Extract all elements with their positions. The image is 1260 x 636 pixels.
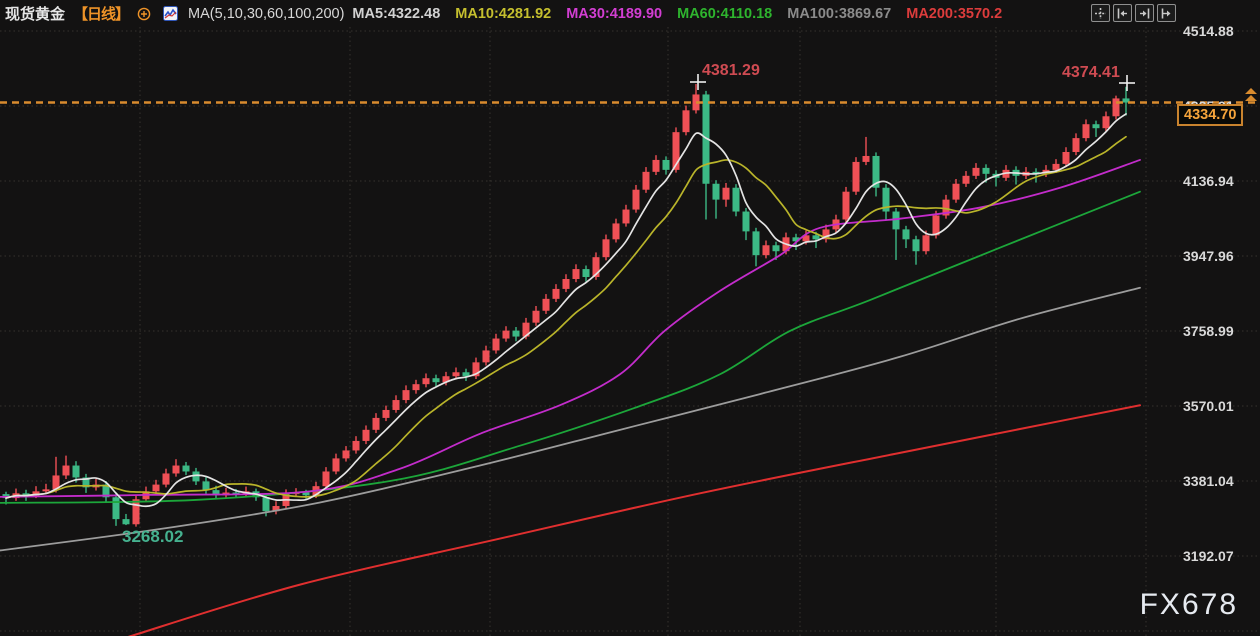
ma-values-row: MA5:4322.48 MA10:4281.92 MA30:4189.90 MA60:…: [352, 6, 1002, 22]
y-axis-label: 4136.94: [1183, 173, 1234, 189]
chart-header: 现货黄金 【日线】 MA(5,10,30,60,100,200) MA5:432…: [0, 0, 1260, 27]
swing-low-label: 3268.02: [122, 527, 183, 547]
symbol-name: 现货黄金: [5, 3, 65, 24]
pan-to-end-icon[interactable]: [1135, 4, 1154, 22]
chart-toolbar: [1091, 4, 1176, 22]
swing-high-label: 4381.29: [702, 62, 760, 80]
pan-to-start-icon[interactable]: [1113, 4, 1132, 22]
ma-value-label: MA10:4281.92: [455, 6, 551, 22]
fit-right-edge-icon[interactable]: [1157, 4, 1176, 22]
drag-move-icon[interactable]: [1091, 4, 1110, 22]
circle-plus-icon[interactable]: [137, 7, 151, 21]
y-axis-label: 3947.96: [1183, 248, 1234, 264]
ma-value-label: MA5:4322.48: [352, 6, 440, 22]
y-axis-label: 3192.07: [1183, 548, 1234, 564]
price-alert-arrow-icon: [1244, 88, 1258, 109]
ma-value-label: MA60:4110.18: [677, 6, 772, 22]
ma-value-label: MA200:3570.2: [906, 6, 1002, 22]
last-price-badge: 4334.70: [1177, 104, 1243, 126]
chart-canvas[interactable]: [0, 0, 1260, 636]
watermark: FX678: [1140, 588, 1238, 622]
ma-value-label: MA30:4189.90: [566, 6, 662, 22]
recent-high-label: 4374.41: [1062, 64, 1120, 82]
period-selector[interactable]: 【日线】: [73, 3, 129, 24]
ma-value-label: MA100:3869.67: [787, 6, 891, 22]
y-axis-label: 3381.04: [1183, 473, 1234, 489]
y-axis-label: 3570.01: [1183, 398, 1234, 414]
kline-chart-icon[interactable]: [163, 6, 178, 21]
y-axis-label: 3758.99: [1183, 323, 1234, 339]
chart-window: 现货黄金 【日线】 MA(5,10,30,60,100,200) MA5:432…: [0, 0, 1260, 636]
ma-formula-label: MA(5,10,30,60,100,200): [188, 6, 344, 22]
